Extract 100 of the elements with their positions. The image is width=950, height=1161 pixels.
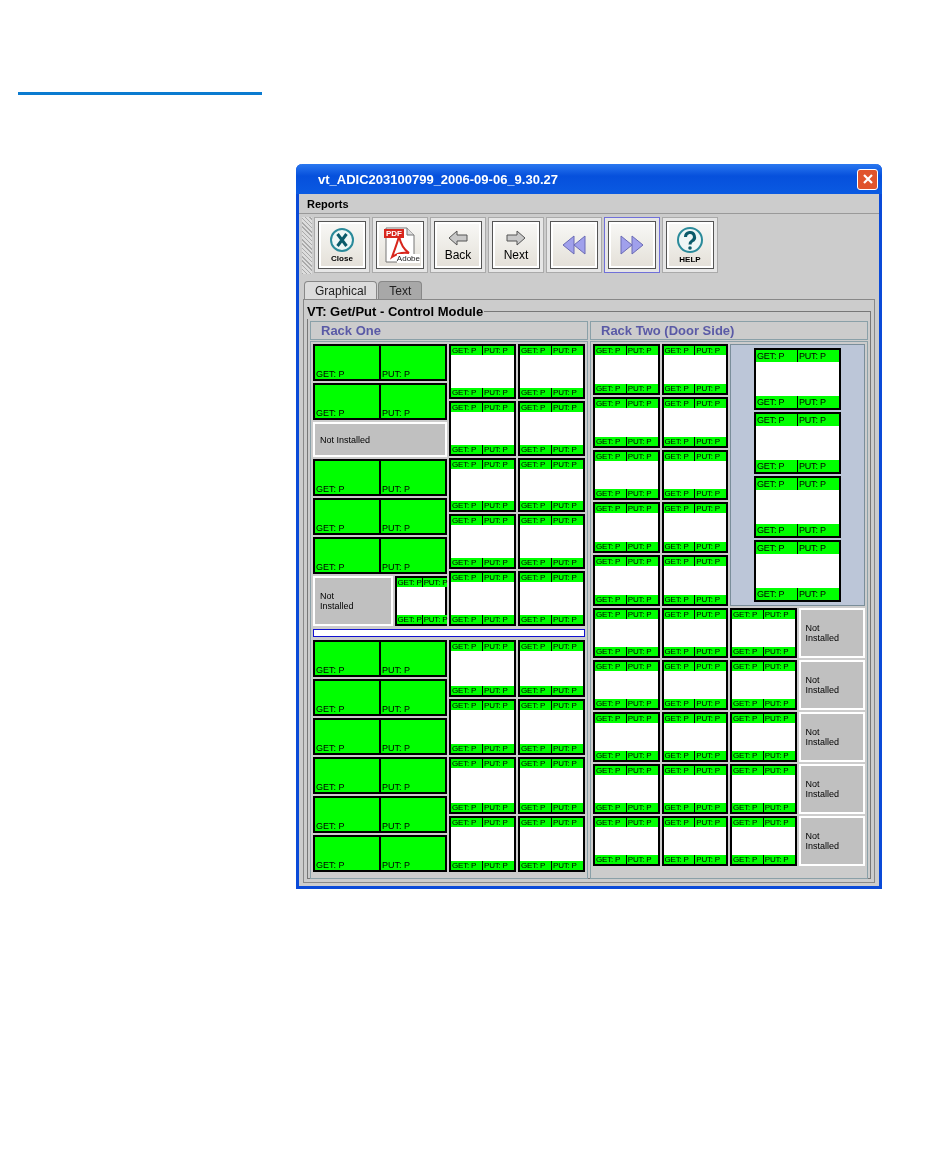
status-label: PUT: P [798,588,839,600]
tab[interactable]: Graphical [304,281,378,299]
status-label: PUT: P [483,558,514,568]
status-label: GET: P [595,436,626,446]
toolbar-button[interactable]: Next [488,217,544,273]
status-label: GET: P [732,766,763,775]
status-label: GET: P [520,501,551,511]
drive-status: PUT: P [381,385,445,418]
pdf-badge: PDF [384,229,404,238]
status-label: GET: P [756,414,797,426]
status-label: PUT: P [552,615,583,624]
status-label: GET: P [520,685,551,695]
status-label: PUT: P [695,504,726,514]
drive-status: GET: P [315,759,379,792]
status-label: GET: P [663,346,695,355]
status-label: PUT: P [552,501,583,511]
status-label: PUT: P [763,714,795,723]
status-label: GET: P [595,662,626,671]
status-label: GET: P [451,387,482,397]
toolbar-button[interactable] [546,217,602,273]
drive-status: PUT: P [381,539,445,572]
status-label: PUT: P [695,803,726,812]
status-label: GET: P [451,802,482,812]
empty-slot: Not Installed [798,764,865,814]
status-label: PUT: P [552,444,583,454]
close-icon [329,227,355,253]
status-label: GET: P [595,610,626,619]
toolbar-button[interactable]: Back [430,217,486,273]
status-label: PUT: P [626,436,658,446]
status-label: PUT: P [798,396,839,408]
status-label: GET: P [451,573,482,583]
status-label: GET: P [756,478,797,490]
drive-status: PUT: P [381,837,445,870]
status-label: GET: P [663,751,695,760]
drive-status: GET: P [315,461,379,494]
status-label: GET: P [451,817,482,827]
toolbar-button[interactable]: Close [314,217,370,273]
status-label: GET: P [732,855,763,864]
status-label: PUT: P [626,766,658,775]
status-label: PUT: P [695,542,726,552]
status-label: GET: P [663,818,695,827]
status-label: GET: P [595,699,626,708]
menu-item[interactable]: Reports [305,197,351,210]
empty-slot: Not Installed [798,712,865,762]
status-label: GET: P [451,861,482,870]
status-label: PUT: P [483,615,514,624]
toolbar-button[interactable] [604,217,660,273]
status-label: PUT: P [483,516,514,526]
toolbar-grip[interactable] [302,217,312,274]
status-label: GET: P [451,744,482,753]
status-label: GET: P [451,459,482,469]
window-close-button[interactable] [857,168,878,190]
status-label: GET: P [756,396,797,408]
drive-status: PUT: P [381,500,445,533]
status-label: GET: P [520,558,551,568]
status-label: PUT: P [552,759,583,768]
status-label: GET: P [663,504,695,514]
status-label: PUT: P [626,662,658,671]
fast-forward-icon [619,234,645,256]
drive-status: PUT: P [381,798,445,831]
status-label: PUT: P [763,699,795,708]
status-label: PUT: P [483,444,514,454]
status-label: PUT: P [483,402,514,412]
status-label: PUT: P [626,855,658,864]
status-label: GET: P [732,699,763,708]
status-label: PUT: P [552,516,583,526]
toolbar-button[interactable]: PDF Adobe [372,217,428,273]
status-label: PUT: P [695,436,726,446]
status-label: GET: P [520,700,551,710]
drive-status: GET: P [315,539,379,572]
status-label: PUT: P [626,542,658,552]
status-label: GET: P [663,766,695,775]
status-label: GET: P [663,699,695,708]
status-label: GET: P [451,615,482,624]
status-label: GET: P [451,685,482,695]
status-label: PUT: P [695,346,726,355]
status-label: PUT: P [552,700,583,710]
status-label: PUT: P [626,504,658,514]
status-label: GET: P [732,647,763,656]
status-label: PUT: P [483,744,514,753]
status-label: GET: P [732,610,763,619]
status-label: GET: P [663,855,695,864]
status-label: GET: P [520,759,551,768]
drive-status: PUT: P [381,759,445,792]
status-label: GET: P [396,615,422,624]
drive-status: GET: P [315,500,379,533]
status-label: PUT: P [695,489,726,499]
status-label: PUT: P [763,610,795,619]
toolbar-button[interactable]: HELP [662,217,718,273]
status-label: GET: P [520,387,551,397]
status-label: GET: P [595,557,626,567]
status-label: PUT: P [552,558,583,568]
status-label: PUT: P [626,647,658,656]
tab[interactable]: Text [378,281,423,299]
drive-status: PUT: P [381,346,445,379]
status-label: GET: P [595,647,626,656]
status-label: PUT: P [626,714,658,723]
status-label: GET: P [595,766,626,775]
status-label: PUT: P [695,818,726,827]
status-label: GET: P [595,855,626,864]
